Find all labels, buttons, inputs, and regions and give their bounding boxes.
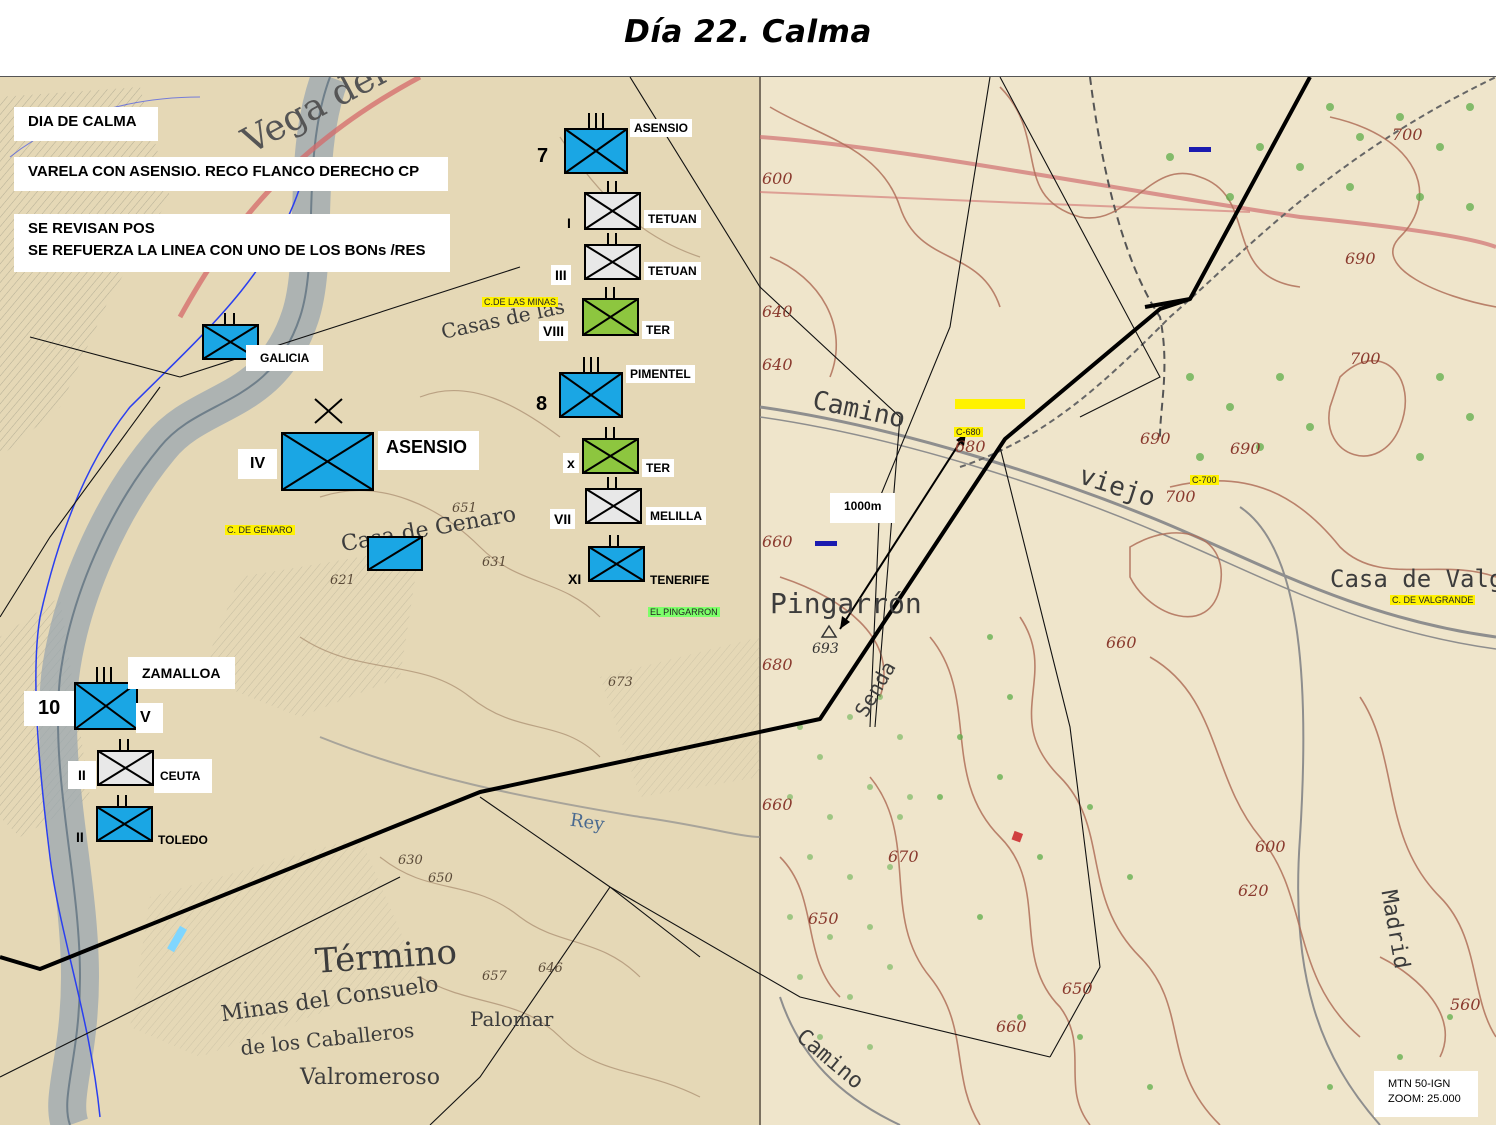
unit-roman-xi: XI bbox=[568, 571, 582, 587]
unit-roman-iii: III bbox=[551, 265, 571, 285]
unit-label-zamalloa: ZAMALLOA bbox=[128, 657, 235, 689]
unit-number-7: 7 bbox=[537, 145, 549, 167]
contour-label: 700 bbox=[1392, 125, 1423, 144]
unit-label-tetuan-iii: TETUAN bbox=[644, 262, 701, 280]
contour-label: 640 bbox=[762, 302, 793, 321]
page-title: Día 22. Calma bbox=[624, 14, 872, 50]
unit-label-melilla: MELILLA bbox=[646, 507, 706, 525]
note-varela-asensio: VARELA CON ASENSIO. RECO FLANCO DERECHO … bbox=[14, 157, 448, 191]
contour-label: 640 bbox=[762, 355, 793, 374]
unit-label-galicia: GALICIA bbox=[246, 345, 324, 371]
contour-label: 630 bbox=[398, 853, 423, 868]
place-label-genaro: C. DE GENARO bbox=[225, 525, 295, 535]
unit-label-pimentel: PIMENTEL bbox=[626, 365, 695, 383]
contour-label: 660 bbox=[762, 795, 793, 814]
contour-label: 650 bbox=[428, 871, 453, 886]
unit-roman-ii-ceuta: II bbox=[68, 761, 96, 789]
contour-label: 700 bbox=[1165, 487, 1196, 506]
blue-marker bbox=[1189, 147, 1211, 152]
contour-label: 600 bbox=[762, 169, 793, 188]
contour-label: 660 bbox=[1106, 633, 1137, 652]
unit-label-toledo: TOLEDO bbox=[158, 833, 208, 847]
place-label-minas: C.DE LAS MINAS bbox=[482, 297, 559, 307]
map-canvas[interactable]: Vega del Casas de las Casa de Genaro Tér… bbox=[0, 76, 1496, 1125]
unit-roman-vii: VII bbox=[550, 509, 576, 529]
unit-roman-ii-toledo: II bbox=[76, 829, 84, 845]
contour-label: 680 bbox=[762, 655, 793, 674]
contour-label: 660 bbox=[996, 1017, 1027, 1036]
contour-label: 646 bbox=[538, 961, 563, 976]
place-label-c700: C-700 bbox=[1190, 475, 1219, 485]
unit-number-8: 8 bbox=[536, 393, 548, 415]
unit-roman-x: x bbox=[563, 453, 579, 473]
unit-roman-v: V bbox=[136, 703, 163, 733]
unit-roman-viii: VIII bbox=[539, 321, 569, 341]
note-revisan-pos-line2: SE REFUERZA LA LINEA CON UNO DE LOS BONs… bbox=[28, 242, 426, 259]
contour-label: 560 bbox=[1450, 995, 1481, 1014]
unit-roman-i: I bbox=[567, 215, 571, 231]
contour-label: 693 bbox=[812, 641, 839, 657]
contour-label: 680 bbox=[955, 437, 986, 456]
contour-label: 690 bbox=[1230, 439, 1261, 458]
contour-label: 690 bbox=[1345, 249, 1376, 268]
place-label-valgrande: C. DE VALGRANDE bbox=[1390, 595, 1476, 605]
unit-number-10: 10 bbox=[24, 691, 75, 726]
unit-label-ter-viii: TER bbox=[642, 321, 674, 339]
contour-label: 620 bbox=[1238, 881, 1269, 900]
contour-label: 651 bbox=[452, 501, 477, 516]
contour-label: 700 bbox=[1350, 349, 1381, 368]
unit-label-asensio: ASENSIO bbox=[630, 119, 693, 137]
contour-label: 657 bbox=[482, 969, 507, 984]
unit-roman-iv: IV bbox=[238, 449, 278, 479]
unit-label-ceuta: CEUTA bbox=[154, 759, 213, 793]
map-source-line2: ZOOM: 25.000 bbox=[1388, 1093, 1461, 1105]
contour-label: 621 bbox=[330, 573, 355, 588]
map-label-palomar: Palomar bbox=[470, 1007, 554, 1031]
unit-label-asensio-iv: ASENSIO bbox=[378, 431, 480, 470]
contour-label: 631 bbox=[482, 555, 507, 570]
place-label-highlight-blank bbox=[955, 399, 1025, 409]
map-label-pingarron: Pingarrón bbox=[770, 587, 922, 620]
blue-marker bbox=[815, 541, 837, 546]
distance-label: 1000m bbox=[830, 493, 896, 523]
contour-label: 670 bbox=[888, 847, 919, 866]
contour-label: 650 bbox=[808, 909, 839, 928]
map-source-line1: MTN 50-IGN bbox=[1388, 1078, 1451, 1090]
map-source: MTN 50-IGN ZOOM: 25.000 bbox=[1374, 1071, 1478, 1117]
place-label-pingarron: EL PINGARRON bbox=[648, 607, 720, 617]
contour-label: 690 bbox=[1140, 429, 1171, 448]
contour-label: 673 bbox=[608, 675, 633, 690]
map-label-casa-valgra: Casa de Valgra bbox=[1330, 565, 1496, 593]
map-label-valromeroso: Valromeroso bbox=[300, 1065, 440, 1090]
unit-label-ter-x: TER bbox=[642, 459, 674, 477]
contour-label: 650 bbox=[1062, 979, 1093, 998]
contour-label: 660 bbox=[762, 532, 793, 551]
contour-label: 600 bbox=[1255, 837, 1286, 856]
note-revisan-pos: SE REVISAN POS SE REFUERZA LA LINEA CON … bbox=[14, 214, 450, 272]
note-revisan-pos-line1: SE REVISAN POS bbox=[28, 220, 155, 237]
unit-label-tetuan-i: TETUAN bbox=[644, 210, 701, 228]
note-dia-de-calma: DIA DE CALMA bbox=[14, 107, 158, 141]
unit-label-tenerife: TENERIFE bbox=[650, 573, 710, 587]
place-label-c680: C-680 bbox=[954, 427, 983, 437]
